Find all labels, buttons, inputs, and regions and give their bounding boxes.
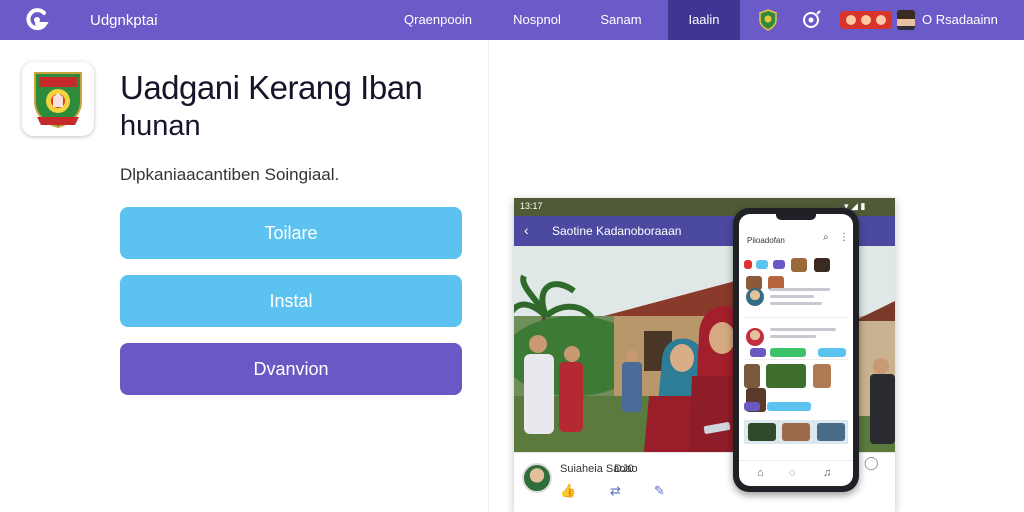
- comment-icon[interactable]: ✎: [654, 483, 665, 499]
- preview-header-title: Saotine Kadanoboraaan: [552, 224, 682, 238]
- back-icon[interactable]: ‹: [524, 222, 529, 238]
- phone-bottom-nav: ⌂ ◌ ♫: [739, 460, 853, 486]
- phone-chat-icon[interactable]: ◌: [789, 467, 796, 479]
- app-icon: [22, 62, 94, 136]
- status-time: 13:17: [520, 201, 543, 211]
- phone-notification-icon[interactable]: ♫: [823, 467, 831, 479]
- phone-app-title: Piioadofan: [747, 236, 785, 245]
- primary-button[interactable]: Toilare: [120, 207, 462, 259]
- nav-item-3[interactable]: Sanam: [588, 0, 654, 40]
- phone-tags: [744, 398, 848, 416]
- brand[interactable]: Udgnkptai: [22, 0, 158, 40]
- user-name: O Rsadaainn: [922, 12, 998, 27]
- shield-icon[interactable]: [755, 7, 781, 33]
- user-menu[interactable]: O Rsadaainn: [840, 7, 998, 33]
- phone-photo-strip: [744, 420, 848, 444]
- app-description: Dlpkaniaacantiben Soingiaal.: [120, 165, 340, 184]
- secondary-button[interactable]: Dvanvion: [120, 343, 462, 395]
- notification-badge: [840, 11, 892, 29]
- phone-home-icon[interactable]: ⌂: [757, 467, 764, 479]
- nav-item-1[interactable]: Qraenpooin: [392, 0, 484, 40]
- phone-notch: [776, 214, 816, 220]
- app-title: Uadgani Kerang Iban: [120, 69, 423, 106]
- phone-screen: Piioadofan ⌕ ⋮ ⌂ ◌ ♫: [739, 214, 853, 486]
- phone-photo-grid: [744, 364, 848, 412]
- phone-search-icon[interactable]: ⌕: [823, 232, 829, 243]
- app-info-panel: Uadgani Kerang Iban hunan Dlpkaniaacanti…: [0, 40, 489, 512]
- brand-title: Udgnkptai: [90, 11, 158, 29]
- top-bar: Udgnkptai Qraenpooin Nospnol Sanam Iaali…: [0, 0, 1024, 40]
- share-icon[interactable]: ⇄: [610, 483, 621, 499]
- phone-feed-item[interactable]: [744, 320, 848, 360]
- phone-menu-icon[interactable]: ⋮: [839, 232, 849, 243]
- settings-icon[interactable]: [798, 7, 824, 33]
- more-icon[interactable]: ◯: [864, 455, 879, 471]
- app-subtitle: hunan: [120, 110, 201, 142]
- like-icon[interactable]: 👍: [560, 483, 576, 499]
- nav-item-2[interactable]: Nospnol: [503, 0, 571, 40]
- post-avatar: [522, 463, 552, 493]
- nav-item-active[interactable]: Iaalin: [668, 0, 740, 40]
- avatar: [897, 10, 915, 30]
- phone-mockup: Piioadofan ⌕ ⋮ ⌂ ◌ ♫: [733, 208, 859, 492]
- install-button[interactable]: Instal: [120, 275, 462, 327]
- phone-feed-item[interactable]: [744, 280, 848, 318]
- brand-logo-icon: [22, 5, 52, 35]
- post-time: DJ0: [614, 463, 634, 475]
